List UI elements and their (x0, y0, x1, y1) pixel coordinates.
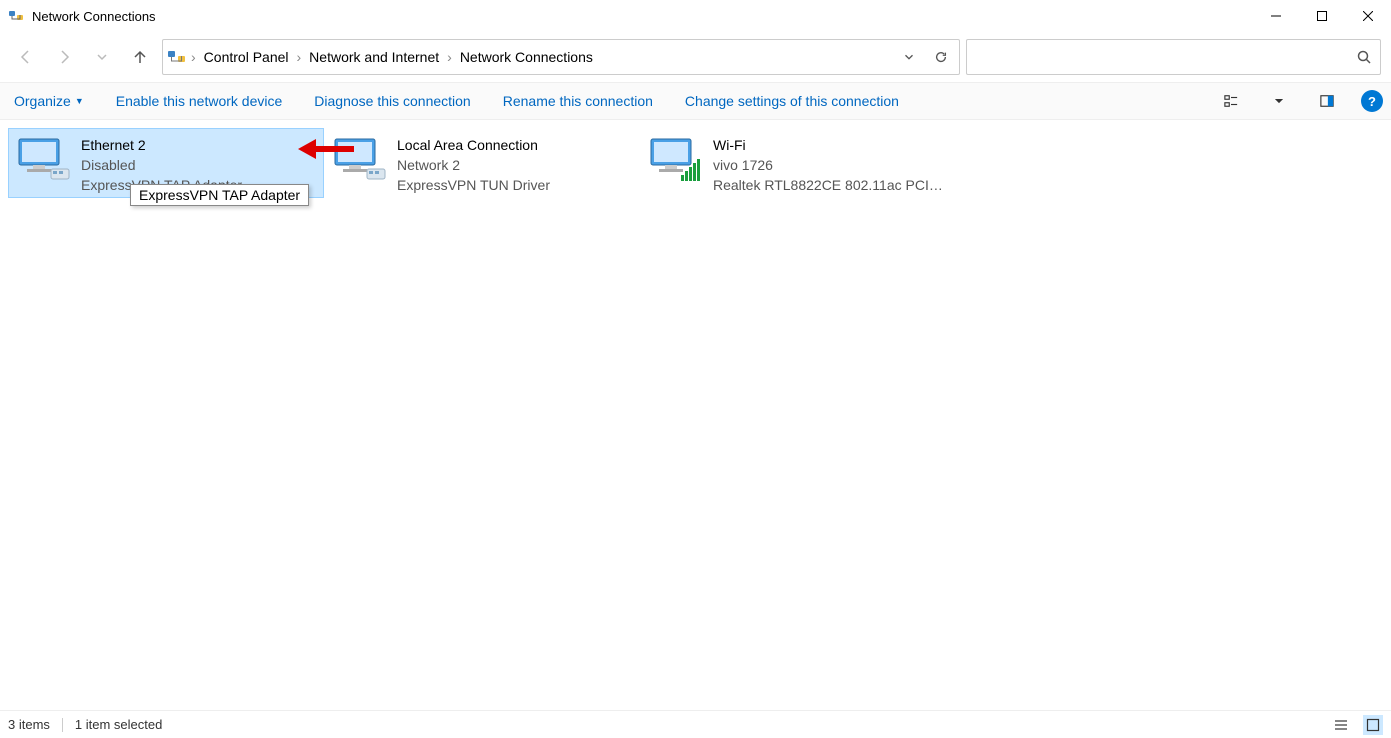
organize-label: Organize (14, 93, 71, 109)
navigation-row: › Control Panel › Network and Internet ›… (0, 32, 1391, 82)
monitor-disabled-icon (15, 135, 71, 183)
status-bar: 3 items 1 item selected (0, 710, 1391, 738)
breadcrumb-separator: › (297, 49, 302, 65)
tooltip: ExpressVPN TAP Adapter (130, 184, 309, 206)
enable-device-button[interactable]: Enable this network device (110, 89, 289, 113)
details-view-button[interactable] (1331, 715, 1351, 735)
control-panel-network-icon (8, 8, 24, 24)
network-item-wifi[interactable]: Wi-Fi vivo 1726 Realtek RTL8822CE 802.11… (640, 128, 956, 198)
network-item-lan[interactable]: Local Area Connection Network 2 ExpressV… (324, 128, 640, 198)
control-panel-icon (167, 49, 187, 65)
command-bar: Organize ▼ Enable this network device Dia… (0, 82, 1391, 120)
network-adapter: Realtek RTL8822CE 802.11ac PCIe ... (713, 175, 947, 195)
network-status: Disabled (81, 155, 242, 175)
up-button[interactable] (124, 41, 156, 73)
breadcrumb-separator: › (447, 49, 452, 65)
network-status: vivo 1726 (713, 155, 947, 175)
network-name: Wi-Fi (713, 135, 947, 155)
help-button[interactable]: ? (1361, 90, 1383, 112)
breadcrumb-control-panel[interactable]: Control Panel (200, 47, 293, 67)
diagnose-connection-button[interactable]: Diagnose this connection (308, 89, 476, 113)
change-settings-button[interactable]: Change settings of this connection (679, 89, 905, 113)
title-bar: Network Connections (0, 0, 1391, 32)
history-dropdown[interactable] (86, 41, 118, 73)
back-button[interactable] (10, 41, 42, 73)
content-area[interactable]: Ethernet 2 Disabled ExpressVPN TAP Adapt… (0, 120, 1391, 710)
search-icon[interactable] (1356, 49, 1372, 65)
minimize-button[interactable] (1253, 0, 1299, 32)
dropdown-triangle-icon: ▼ (75, 96, 84, 106)
breadcrumb-network-and-internet[interactable]: Network and Internet (305, 47, 443, 67)
view-options-dropdown[interactable] (1265, 87, 1293, 115)
network-name: Local Area Connection (397, 135, 550, 155)
rename-connection-button[interactable]: Rename this connection (497, 89, 659, 113)
network-item-info: Wi-Fi vivo 1726 Realtek RTL8822CE 802.11… (713, 135, 947, 195)
organize-menu[interactable]: Organize ▼ (8, 89, 90, 113)
large-icons-view-button[interactable] (1363, 715, 1383, 735)
view-options-button[interactable] (1217, 87, 1245, 115)
refresh-button[interactable] (927, 43, 955, 71)
network-adapter: ExpressVPN TUN Driver (397, 175, 550, 195)
address-bar[interactable]: › Control Panel › Network and Internet ›… (162, 39, 960, 75)
monitor-icon (331, 135, 387, 183)
search-input[interactable] (975, 49, 1356, 65)
network-item-info: Local Area Connection Network 2 ExpressV… (397, 135, 550, 195)
breadcrumb-separator: › (191, 49, 196, 65)
search-box[interactable] (966, 39, 1381, 75)
breadcrumb-network-connections[interactable]: Network Connections (456, 47, 597, 67)
forward-button[interactable] (48, 41, 80, 73)
network-name: Ethernet 2 (81, 135, 242, 155)
status-divider (62, 718, 63, 732)
window-title: Network Connections (32, 9, 156, 24)
tooltip-text: ExpressVPN TAP Adapter (139, 187, 300, 203)
network-status: Network 2 (397, 155, 550, 175)
address-history-dropdown[interactable] (895, 43, 923, 71)
preview-pane-button[interactable] (1313, 87, 1341, 115)
close-button[interactable] (1345, 0, 1391, 32)
status-item-count: 3 items (8, 717, 50, 732)
status-selected-count: 1 item selected (75, 717, 162, 732)
monitor-wifi-icon (647, 135, 703, 183)
maximize-button[interactable] (1299, 0, 1345, 32)
